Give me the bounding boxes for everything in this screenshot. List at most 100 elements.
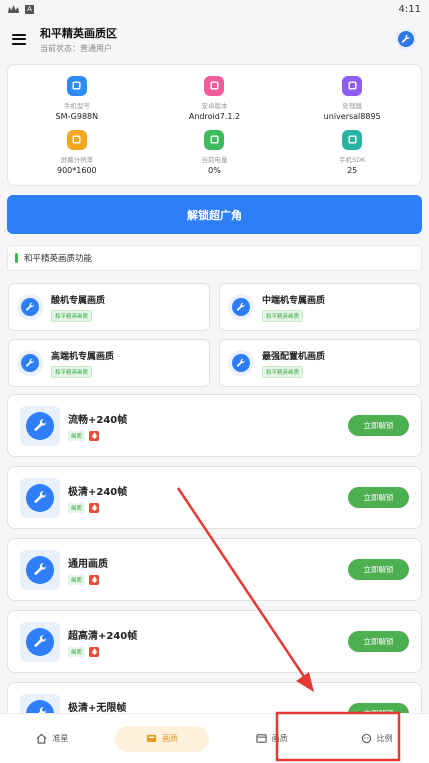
face-icon <box>361 733 372 744</box>
quality-title: 超高清+240帧 <box>68 630 138 642</box>
crown-icon <box>8 4 19 13</box>
quality-option-card: 极清+240帧 画质 立即解锁 <box>7 466 422 529</box>
device-info-value: universal8895 <box>323 111 381 121</box>
wrench-icon <box>33 491 46 503</box>
device-info-item: 当前电量 0% <box>146 125 284 179</box>
page-title: 和平精英画质区 <box>40 26 117 40</box>
preset-tag: 和平精英画质 <box>51 309 93 322</box>
window-icon <box>256 733 267 744</box>
home-icon <box>36 733 47 744</box>
hot-icon <box>89 430 100 441</box>
preset-title: 酸机专属画质 <box>51 295 106 306</box>
device-info-value: 0% <box>208 165 221 175</box>
quality-title: 流畅+240帧 <box>68 414 128 426</box>
device-info-label: 处理器 <box>342 101 362 110</box>
wrench-icon <box>33 563 46 575</box>
quality-tag: 画质 <box>68 430 86 441</box>
device-info-value: 25 <box>347 165 358 175</box>
menu-icon[interactable] <box>12 33 26 45</box>
nav-tab-label: 画质 <box>271 734 288 743</box>
device-info-label: 当前电量 <box>201 155 228 164</box>
quality-option-card: 流畅+240帧 画质 立即解锁 <box>7 394 422 457</box>
sdk-icon <box>342 129 363 150</box>
preset-icon <box>228 294 254 320</box>
wrench-icon <box>33 419 46 431</box>
section-header: 和平精英画质功能 <box>7 245 422 271</box>
preset-icon <box>17 294 43 320</box>
preset-icon <box>228 350 254 376</box>
unlock-now-button[interactable]: 立即解锁 <box>348 487 409 508</box>
nav-tab-label: 比例 <box>376 734 393 743</box>
phone-icon <box>66 75 87 96</box>
device-info-value: 900*1600 <box>57 165 97 175</box>
status-bar: A 4:11 <box>0 0 429 18</box>
quality-list: 流畅+240帧 画质 立即解锁 极清+240帧 画质 立即解锁 通用画质 画质 … <box>7 394 422 745</box>
nav-tab-label: 准星 <box>52 734 69 743</box>
device-info-value: SM-G988N <box>55 111 99 121</box>
notification-badge: A <box>25 4 34 14</box>
quality-preset-card[interactable]: 最强配置机画质 和平精英画质 <box>219 339 421 387</box>
quality-tag: 画质 <box>68 646 86 657</box>
quality-title: 极清+240帧 <box>68 486 128 498</box>
wrench-icon <box>401 34 410 43</box>
device-info-item: 安卓版本 Android7.1.2 <box>146 71 284 125</box>
device-info-item: 手机型号 SM-G988N <box>8 71 146 125</box>
preset-icon <box>17 350 43 376</box>
wrench-icon <box>25 358 34 367</box>
section-accent <box>15 253 18 263</box>
settings-wrench-button[interactable] <box>395 28 417 50</box>
quality-tag: 画质 <box>68 502 86 513</box>
hot-icon <box>89 502 100 513</box>
quality-option-card: 通用画质 画质 立即解锁 <box>7 538 422 601</box>
preset-title: 高端机专属画质 <box>51 351 115 362</box>
device-info-value: Android7.1.2 <box>188 111 241 121</box>
quality-icon <box>20 477 60 518</box>
wrench-icon <box>236 302 245 311</box>
unlock-now-button[interactable]: 立即解锁 <box>348 415 409 436</box>
unlock-wide-angle-button[interactable]: 解锁超广角 <box>7 195 422 234</box>
clock: 4:11 <box>398 3 421 15</box>
device-info-item: 处理器 universal8895 <box>283 71 421 125</box>
quality-preset-card[interactable]: 中端机专属画质 和平精英画质 <box>219 283 421 331</box>
app-bar: 和平精英画质区 当前状态：普通用户 <box>0 18 429 60</box>
chip-icon <box>342 75 363 96</box>
nav-tab-0[interactable]: 准星 <box>0 726 105 752</box>
quality-tag: 画质 <box>68 574 86 585</box>
quality-icon <box>20 621 60 662</box>
device-info-label: 屏幕分辨率 <box>60 155 94 164</box>
hot-icon <box>89 646 100 657</box>
preset-title: 中端机专属画质 <box>262 295 326 306</box>
preset-tag: 和平精英画质 <box>262 365 304 378</box>
nav-tab-3[interactable]: 比例 <box>324 726 429 752</box>
quality-option-card: 超高清+240帧 画质 立即解锁 <box>7 610 422 673</box>
preset-title: 最强配置机画质 <box>262 351 326 362</box>
unlock-now-button[interactable]: 立即解锁 <box>348 559 409 580</box>
wrench-icon <box>236 358 245 367</box>
bottom-navigation: 准星 画质 画质 比例 <box>0 713 429 763</box>
quality-preset-card[interactable]: 酸机专属画质 和平精英画质 <box>8 283 210 331</box>
nav-tab-2[interactable]: 画质 <box>219 726 324 752</box>
quality-title: 通用画质 <box>68 558 108 570</box>
hot-icon <box>89 574 100 585</box>
quality-preset-grid: 酸机专属画质 和平精英画质 中端机专属画质 和平精英画质 高端机专属画质 和平精… <box>8 283 421 387</box>
quality-preset-card[interactable]: 高端机专属画质 和平精英画质 <box>8 339 210 387</box>
quality-icon <box>20 405 60 446</box>
nav-tab-label: 画质 <box>162 734 179 743</box>
battery-icon <box>204 129 225 150</box>
resolution-icon <box>66 129 87 150</box>
device-info-item: 手机SDK 25 <box>283 125 421 179</box>
preset-tag: 和平精英画质 <box>262 309 304 322</box>
device-info-label: 安卓版本 <box>201 101 228 110</box>
nav-tab-1[interactable]: 画质 <box>114 725 210 752</box>
device-info-label: 手机型号 <box>63 101 90 110</box>
unlock-now-button[interactable]: 立即解锁 <box>348 631 409 652</box>
device-info-item: 屏幕分辨率 900*1600 <box>8 125 146 179</box>
wrench-icon <box>25 302 34 311</box>
quality-icon <box>20 549 60 590</box>
device-info-card: 手机型号 SM-G988N 安卓版本 Android7.1.2 处理器 univ… <box>7 64 422 186</box>
android-icon <box>204 75 225 96</box>
section-title: 和平精英画质功能 <box>24 254 93 264</box>
box-icon <box>146 733 157 744</box>
preset-tag: 和平精英画质 <box>51 365 93 378</box>
quality-title: 极清+无限帧 <box>68 702 127 714</box>
